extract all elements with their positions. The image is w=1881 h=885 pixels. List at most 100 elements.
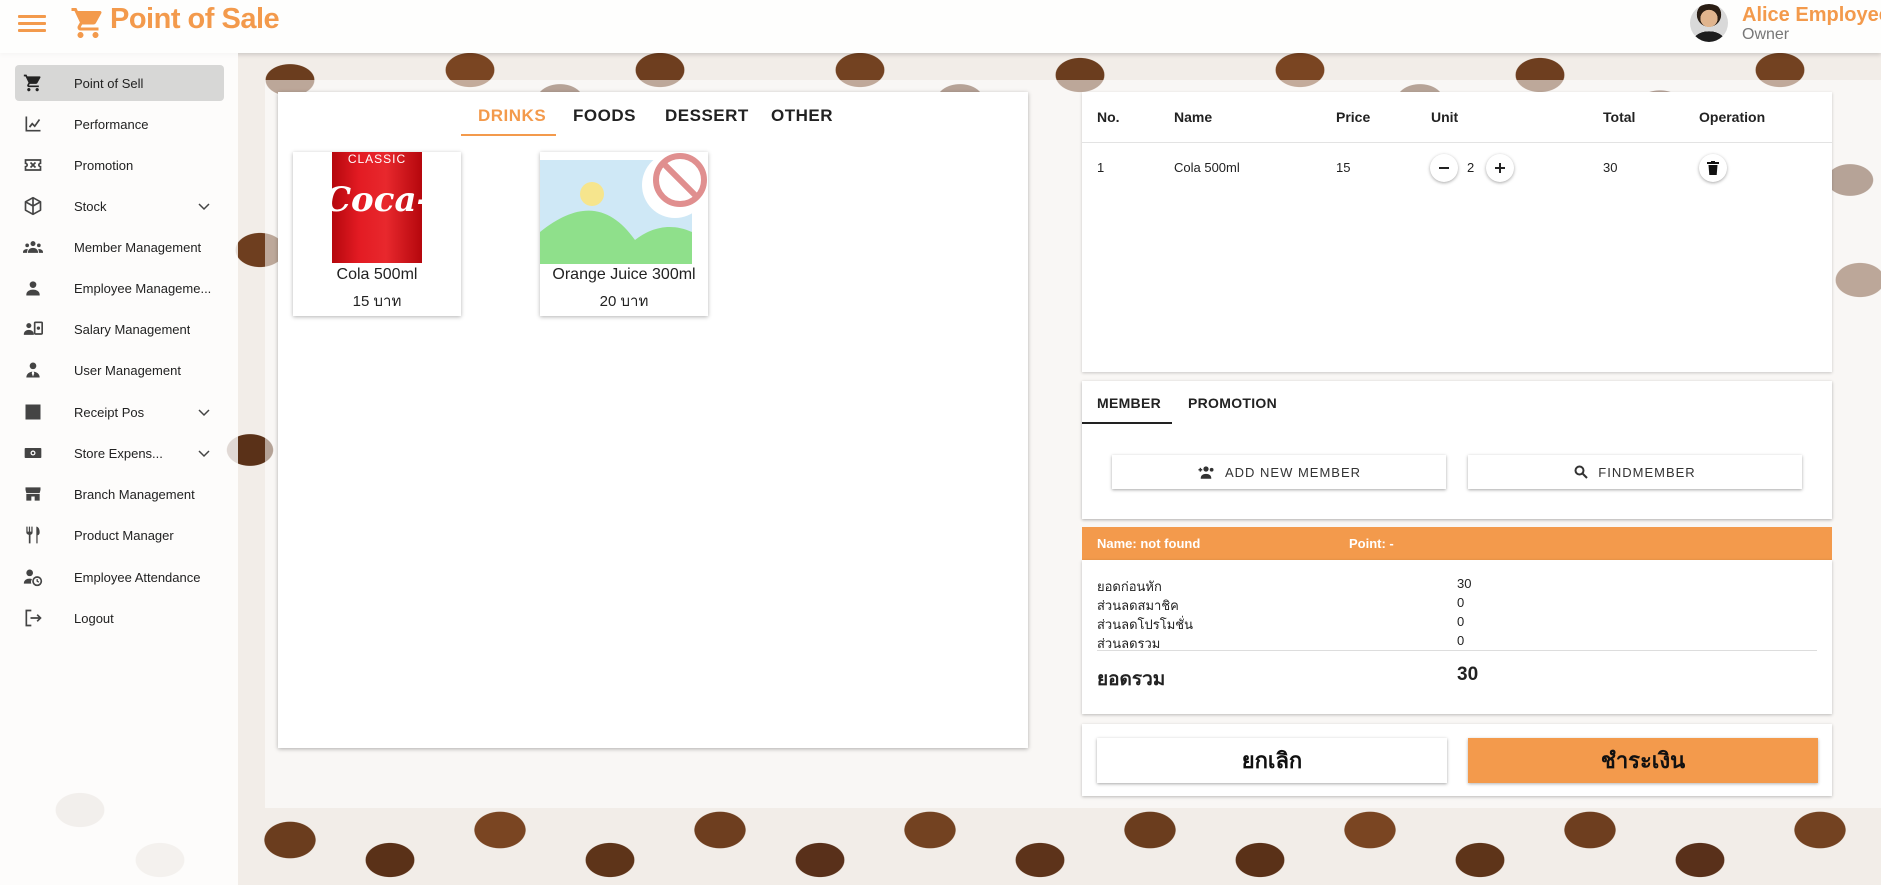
cart-logo-icon [71,8,102,38]
delete-item-button[interactable] [1699,154,1727,182]
tab-drinks[interactable]: DRINKS [478,106,546,136]
cash-icon [24,448,42,458]
row-name: Cola 500ml [1174,160,1240,175]
trash-icon [1707,161,1719,175]
product-price: 15 บาท [352,293,402,310]
member-point-text: Point: - [1349,536,1394,551]
sidebar-item-label: Performance [74,117,149,132]
utensils-icon [26,526,40,544]
ticket-icon [24,159,42,171]
sidebar-item-label: Employee Attendance [74,570,201,585]
find-member-button[interactable]: FINDMEMBER [1468,455,1802,489]
column-header-name: Name [1174,109,1213,125]
plus-icon [1495,163,1505,173]
sidebar-item-label: Store Expens... [74,446,163,461]
hamburger-menu-icon[interactable] [18,12,46,34]
cart-icon [23,74,41,92]
sidebar-item-label: Logout [74,611,114,626]
box-icon [24,196,42,216]
sidebar-item-label: Branch Management [74,487,195,502]
subtotal-label: ยอดก่อนหัก [1097,579,1162,594]
store-icon [25,487,41,501]
total-discount-value: 0 [1457,633,1465,648]
member-name-text: Name: not found [1097,536,1201,551]
product-name: Orange Juice 300ml [552,266,696,283]
member-info-bar: Name: not found Point: - [1082,527,1832,560]
top-app-bar: Point of Sale Alice Employee Owner [0,0,1881,53]
row-total: 30 [1603,160,1618,175]
product-card-cola[interactable]: CLASSIC Coca-Cola Cola 500ml 15 บาท [293,152,461,316]
sidebar-item-salary-management[interactable]: Salary Management [15,311,224,347]
sidebar-item-performance[interactable]: Performance [15,106,224,142]
summary-divider [1097,650,1817,651]
logout-icon [25,609,42,627]
tab-promotion[interactable]: PROMOTION [1188,395,1277,411]
unavailable-icon [642,152,708,218]
tab-foods[interactable]: FOODS [573,106,636,136]
sidebar-item-user-management[interactable]: User Management [15,352,224,388]
sidebar-item-employee-management[interactable]: Employee Manageme... [15,270,224,306]
product-image-cola: CLASSIC Coca-Cola [332,152,422,263]
sidebar-item-label: Product Manager [74,528,174,543]
sidebar-item-logout[interactable]: Logout [15,600,224,636]
sidebar-item-receipt-pos[interactable]: Receipt Pos [15,394,224,430]
grand-total-label: ยอดรวม [1097,669,1166,690]
group-icon [23,241,43,253]
sidebar-item-employee-attendance[interactable]: Employee Attendance [15,559,224,595]
row-no: 1 [1097,160,1105,175]
column-header-unit: Unit [1431,109,1459,125]
sidebar-item-label: Employee Manageme... [74,281,212,296]
member-tab-indicator [1082,422,1172,424]
receipt-icon [25,404,41,420]
decrease-quantity-button[interactable] [1430,154,1458,182]
product-price: 20 บาท [599,293,649,310]
tab-dessert[interactable]: DESSERT [665,106,749,136]
chevron-down-icon [198,203,210,211]
column-header-total: Total [1603,109,1636,125]
sidebar-item-label: Point of Sell [74,76,144,91]
promotion-discount-value: 0 [1457,614,1465,629]
sidebar-item-store-expense[interactable]: Store Expens... [15,435,224,471]
sidebar-item-point-of-sell[interactable]: Point of Sell [15,65,224,101]
sidebar-item-product-manager[interactable]: Product Manager [15,517,224,553]
minus-icon [1439,167,1449,169]
chevron-down-icon [198,450,210,458]
user-avatar[interactable] [1690,4,1728,42]
column-header-price: Price [1336,109,1371,125]
sidebar-item-label: Receipt Pos [74,405,145,420]
column-header-no: No. [1097,109,1120,125]
product-name: Cola 500ml [336,266,418,283]
user-name: Alice Employee [1742,4,1881,26]
product-card-orange-juice[interactable]: Orange Juice 300ml 20 บาท [540,152,708,316]
sidebar-item-branch-management[interactable]: Branch Management [15,476,224,512]
find-member-label: FINDMEMBER [1598,464,1696,480]
chevron-down-icon [198,409,210,417]
cancel-button[interactable]: ยกเลิก [1097,738,1447,783]
column-header-operation: Operation [1699,109,1766,125]
pay-button[interactable]: ชำระเงิน [1468,738,1818,783]
app-title: Point of Sale [110,3,280,35]
salary-icon [23,321,43,335]
attendance-icon [23,569,43,587]
chart-icon [25,116,41,132]
increase-quantity-button[interactable] [1486,154,1514,182]
add-group-icon [1198,466,1214,479]
sidebar-item-member-management[interactable]: Member Management [15,229,224,265]
table-header-divider [1082,142,1832,143]
tab-member[interactable]: MEMBER [1097,395,1161,411]
user-role: Owner [1742,26,1790,43]
sidebar-item-label: Promotion [74,158,134,173]
tab-other[interactable]: OTHER [771,106,833,136]
active-tab-indicator [461,134,556,136]
add-new-member-button[interactable]: ADD NEW MEMBER [1112,455,1446,489]
sidebar-item-promotion[interactable]: Promotion [15,147,224,183]
sidebar-item-label: User Management [74,363,181,378]
grand-total-value: 30 [1457,664,1479,685]
subtotal-value: 30 [1457,576,1472,591]
member-discount-value: 0 [1457,595,1465,610]
add-new-member-label: ADD NEW MEMBER [1224,464,1362,480]
user-tie-icon [26,362,40,378]
sidebar-item-stock[interactable]: Stock [15,188,224,224]
promotion-discount-label: ส่วนลดโปรโมชั่น [1097,617,1194,632]
sidebar-item-label: Stock [74,199,107,214]
